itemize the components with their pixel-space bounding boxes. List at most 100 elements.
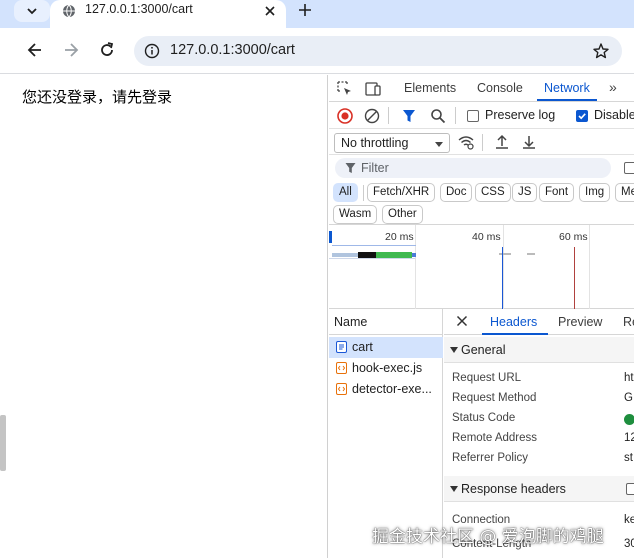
tab-network[interactable]: Network <box>544 81 590 95</box>
grid-line <box>503 225 504 309</box>
filter-media[interactable]: Me <box>615 183 634 202</box>
network-toolbar: Preserve log Disable <box>329 102 634 129</box>
reload-icon[interactable] <box>97 40 117 60</box>
record-icon[interactable] <box>337 108 353 124</box>
expand-triangle-icon <box>450 347 458 353</box>
request-row[interactable]: hook-exec.js <box>329 358 443 379</box>
header-value: st <box>624 452 633 464</box>
devtools-tabbar: Elements Console Network » <box>329 75 634 102</box>
timeline-label: 60 ms <box>559 231 588 243</box>
inspect-element-icon[interactable] <box>336 80 354 98</box>
browser-toolbar: 127.0.0.1:3000/cart <box>0 28 634 74</box>
throttling-select[interactable]: No throttling <box>334 133 450 153</box>
script-icon <box>336 362 347 374</box>
response-headers-section-header[interactable]: Response headers <box>444 476 634 502</box>
network-overview[interactable]: 20 ms 40 ms 60 ms <box>329 225 634 309</box>
active-tab-indicator <box>537 99 597 101</box>
network-conditions-icon[interactable] <box>457 134 475 150</box>
globe-icon <box>63 4 75 18</box>
header-value: ke <box>624 514 634 526</box>
tab-response[interactable]: Re <box>623 315 634 329</box>
login-required-message: 您还没登录，请先登录 <box>22 88 173 106</box>
filter-fetch-xhr[interactable]: Fetch/XHR <box>367 183 436 202</box>
filter-css[interactable]: CSS <box>475 183 511 202</box>
timeline-label: 20 ms <box>385 231 414 243</box>
header-key: Status Code <box>452 412 516 424</box>
import-har-icon[interactable] <box>495 134 509 150</box>
name-column-header: Name <box>334 315 368 329</box>
chevron-down-icon <box>27 8 37 15</box>
invert-filter-checkbox[interactable] <box>624 162 634 174</box>
general-section-header[interactable]: General <box>444 337 634 363</box>
close-icon[interactable] <box>456 315 468 327</box>
tab-headers[interactable]: Headers <box>490 315 537 329</box>
timeline-label: 40 ms <box>472 231 501 243</box>
header-key: Referrer Policy <box>452 452 529 464</box>
tab-title: 127.0.0.1:3000/cart <box>85 2 193 16</box>
watermark: 掘金技术社区 @ 爱泡脚的鸡腿 <box>372 527 604 547</box>
tab-elements[interactable]: Elements <box>404 81 456 95</box>
new-tab-icon[interactable] <box>296 1 314 19</box>
filter-input[interactable]: Filter <box>335 158 611 178</box>
raw-checkbox[interactable] <box>626 483 634 495</box>
load-event-line <box>574 247 575 309</box>
dom-content-loaded-line <box>502 247 503 309</box>
request-row[interactable]: cart <box>329 337 443 358</box>
page-scrollbar[interactable] <box>0 415 6 471</box>
filter-all[interactable]: All <box>333 183 358 202</box>
disable-cache-label: Disable <box>594 108 634 122</box>
header-key: Request Method <box>452 392 537 404</box>
clear-icon[interactable] <box>364 108 380 124</box>
url-text: 127.0.0.1:3000/cart <box>170 42 295 58</box>
divider <box>455 107 456 124</box>
search-icon[interactable] <box>430 108 446 124</box>
preserve-log-checkbox[interactable] <box>467 110 479 122</box>
header-value: G <box>624 392 633 404</box>
export-har-icon[interactable] <box>522 134 536 150</box>
active-tab-indicator <box>482 333 548 335</box>
request-name: detector-exe... <box>352 382 432 396</box>
details-tabbar: Headers Preview Re <box>444 309 634 335</box>
forward-icon[interactable] <box>61 40 81 60</box>
filter-other[interactable]: Other <box>382 205 423 224</box>
bookmark-star-icon[interactable] <box>592 42 610 60</box>
header-value: 12 <box>624 432 634 444</box>
filter-placeholder: Filter <box>361 161 389 175</box>
expand-triangle-icon <box>450 486 458 492</box>
close-tab-icon[interactable] <box>262 3 278 19</box>
device-toolbar-icon[interactable] <box>364 80 382 98</box>
more-tabs-icon[interactable]: » <box>609 79 617 95</box>
filter-font[interactable]: Font <box>539 183 575 202</box>
address-bar[interactable]: 127.0.0.1:3000/cart <box>134 36 622 66</box>
browser-tab[interactable]: 127.0.0.1:3000/cart <box>50 0 286 28</box>
header-key: Remote Address <box>452 432 538 444</box>
script-icon <box>336 383 347 395</box>
request-list: Name cart hook-exec.js detector-exe... <box>329 309 443 558</box>
filter-img[interactable]: Img <box>579 183 611 202</box>
tab-preview[interactable]: Preview <box>558 315 602 329</box>
timing-bar-js <box>527 253 535 255</box>
requests-header[interactable]: Name <box>329 309 443 335</box>
type-filter-bar: All Fetch/XHR Doc CSS JS Font Img Me Was… <box>329 179 634 225</box>
dropdown-caret-icon <box>435 142 443 147</box>
filter-funnel-icon[interactable] <box>402 108 416 124</box>
request-details: Headers Preview Re General Request URL h… <box>444 309 634 558</box>
tab-search-button[interactable] <box>14 0 50 22</box>
tab-console[interactable]: Console <box>477 81 523 95</box>
filter-doc[interactable]: Doc <box>440 183 473 202</box>
overview-handle[interactable] <box>329 231 332 243</box>
document-icon <box>336 341 347 353</box>
checkmark-icon <box>578 113 586 120</box>
disable-cache-checkbox[interactable] <box>576 110 588 122</box>
timing-bar-js <box>499 253 511 255</box>
grid-line <box>589 225 590 309</box>
filter-row: Filter <box>329 155 634 179</box>
timeline-line <box>332 245 416 246</box>
filter-wasm[interactable]: Wasm <box>333 205 378 224</box>
back-icon[interactable] <box>25 40 45 60</box>
divider <box>482 134 483 151</box>
request-row[interactable]: detector-exe... <box>329 379 443 400</box>
filter-js[interactable]: JS <box>512 183 538 202</box>
site-info-icon[interactable] <box>144 43 160 59</box>
divider <box>388 107 389 124</box>
